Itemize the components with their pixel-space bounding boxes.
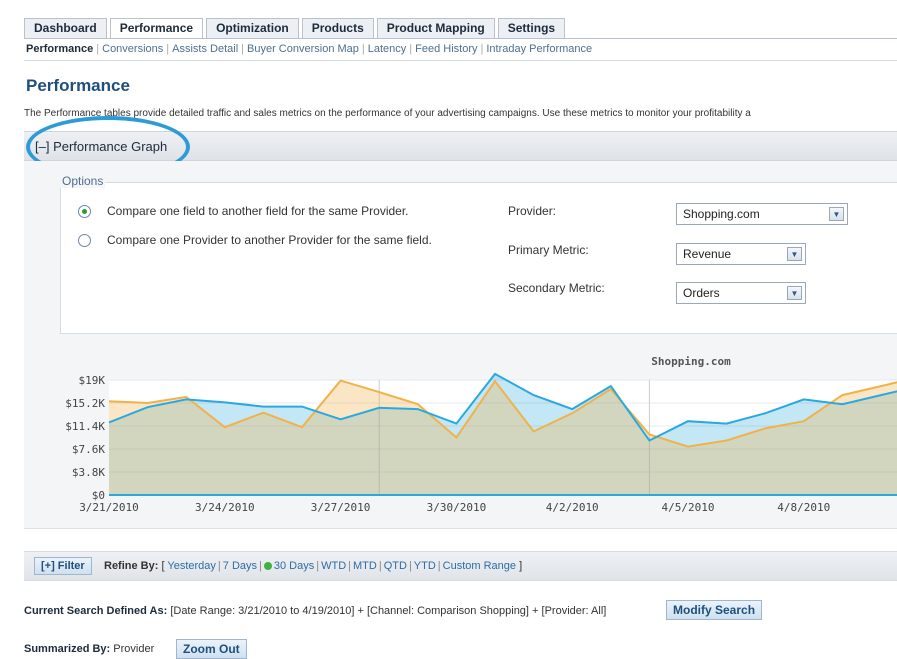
tab-settings[interactable]: Settings — [497, 18, 566, 38]
tab-optimization[interactable]: Optimization — [206, 18, 299, 38]
subtab-assists-detail[interactable]: Assists Detail — [172, 43, 238, 55]
separator: | — [166, 43, 170, 55]
tab-performance[interactable]: Performance — [109, 18, 204, 38]
current-search: Current Search Defined As: [Date Range: … — [24, 605, 606, 617]
separator: | — [241, 43, 245, 55]
chevron-down-icon: ▼ — [829, 207, 844, 221]
subtab-conversions[interactable]: Conversions — [102, 43, 163, 55]
compare-fields-label: Compare one field to another field for t… — [107, 204, 409, 218]
separator: | — [437, 560, 441, 572]
subtab-bar: Performance | Conversions | Assists Detail | B… — [26, 43, 592, 55]
y-axis-ticks: $19K$15.2K$11.4K$7.6K$3.8K$0 — [65, 374, 105, 502]
filter-bar: [+] Filter Refine By: [ Yesterday | 7 Days… — [24, 551, 897, 581]
separator: | — [217, 560, 221, 572]
compare-providers-radio[interactable] — [78, 233, 91, 247]
range-30-days[interactable]: 30 Days — [274, 560, 314, 572]
main-tabs: Dashboard Performance Optimization Produ… — [24, 18, 568, 38]
performance-graph-header: [–] Performance Graph — [24, 131, 897, 161]
tab-divider — [24, 38, 897, 39]
provider-value: Shopping.com — [683, 207, 760, 221]
tab-products[interactable]: Products — [301, 18, 374, 38]
separator: | — [409, 43, 413, 55]
chevron-down-icon: ▼ — [787, 247, 802, 261]
range-7-days[interactable]: 7 Days — [223, 560, 257, 572]
range-wtd[interactable]: WTD — [321, 560, 346, 572]
compare-fields-option[interactable]: Compare one field to another field for t… — [78, 204, 409, 218]
compare-providers-label: Compare one Provider to another Provider… — [107, 233, 432, 247]
range-ytd[interactable]: YTD — [414, 560, 436, 572]
secondary-metric-label: Secondary Metric: — [508, 281, 605, 295]
zoom-out-button[interactable]: Zoom Out — [176, 639, 247, 659]
x-axis-ticks: 3/21/2010 3/24/2010 3/27/2010 3/30/2010 4/2/… — [79, 501, 830, 514]
range-qtd[interactable]: QTD — [384, 560, 407, 572]
primary-metric-value: Revenue — [683, 247, 732, 261]
separator: | — [259, 560, 262, 572]
x-tick-label: 3/24/2010 — [195, 501, 255, 514]
primary-metric-label: Primary Metric: — [508, 243, 589, 257]
refine-label: Refine By: — [104, 560, 159, 572]
performance-chart: Shopping.com $19K$15.2K$11.4K$7.6K$3.8K$… — [65, 355, 897, 514]
x-tick-label: 4/8/2010 — [777, 501, 830, 514]
current-search-label: Current Search Defined As: — [24, 605, 168, 617]
range-custom[interactable]: Custom Range — [443, 560, 516, 572]
y-tick-label: $7.6K — [72, 443, 105, 456]
secondary-metric-select[interactable]: Orders ▼ — [676, 282, 806, 304]
options-legend: Options — [60, 174, 106, 188]
chevron-down-icon: ▼ — [787, 286, 802, 300]
subtab-latency[interactable]: Latency — [368, 43, 407, 55]
bracket-open: [ — [161, 560, 165, 572]
provider-label: Provider: — [508, 204, 557, 218]
subtab-buyer-conversion-map[interactable]: Buyer Conversion Map — [247, 43, 359, 55]
separator: | — [316, 560, 320, 572]
separator: | — [348, 560, 352, 572]
separator: | — [361, 43, 365, 55]
provider-select[interactable]: Shopping.com ▼ — [676, 203, 848, 225]
summarized-value: Provider — [113, 643, 155, 655]
y-tick-label: $3.8K — [72, 466, 105, 479]
compare-fields-radio[interactable] — [78, 204, 91, 218]
page-description: The Performance tables provide detailed … — [24, 108, 751, 119]
separator: | — [480, 43, 484, 55]
current-search-value: [Date Range: 3/21/2010 to 4/19/2010] + [… — [170, 605, 607, 617]
bracket-close: ] — [519, 560, 523, 572]
tab-product-mapping[interactable]: Product Mapping — [376, 18, 495, 38]
performance-graph-toggle[interactable]: [–] Performance Graph — [35, 139, 167, 154]
page-title: Performance — [26, 76, 130, 95]
chart-title: Shopping.com — [651, 355, 731, 368]
range-mtd[interactable]: MTD — [353, 560, 377, 572]
x-tick-label: 3/21/2010 — [79, 501, 139, 514]
x-tick-label: 4/2/2010 — [546, 501, 599, 514]
separator: | — [378, 560, 382, 572]
subtab-intraday-performance[interactable]: Intraday Performance — [486, 43, 592, 55]
subtab-divider — [24, 60, 897, 61]
active-range-icon — [263, 562, 272, 570]
y-tick-label: $15.2K — [65, 397, 105, 410]
filter-button[interactable]: [+] Filter — [34, 557, 92, 575]
subtab-performance[interactable]: Performance — [26, 43, 93, 55]
x-tick-label: 3/27/2010 — [311, 501, 371, 514]
subtab-feed-history[interactable]: Feed History — [415, 43, 477, 55]
x-tick-label: 3/30/2010 — [427, 501, 487, 514]
y-tick-label: $11.4K — [65, 420, 105, 433]
summarized-by: Summarized By: Provider — [24, 643, 154, 655]
compare-providers-option[interactable]: Compare one Provider to another Provider… — [78, 233, 432, 247]
tab-dashboard[interactable]: Dashboard — [24, 18, 107, 38]
summarized-label: Summarized By: — [24, 643, 111, 655]
separator: | — [408, 560, 412, 572]
primary-metric-select[interactable]: Revenue ▼ — [676, 243, 806, 265]
y-tick-label: $19K — [79, 374, 106, 387]
refine-by: Refine By: [ Yesterday | 7 Days | 30 Days | WT… — [104, 560, 522, 572]
x-tick-label: 4/5/2010 — [662, 501, 715, 514]
separator: | — [96, 43, 100, 55]
modify-search-button[interactable]: Modify Search — [666, 600, 763, 620]
range-yesterday[interactable]: Yesterday — [167, 560, 216, 572]
secondary-metric-value: Orders — [683, 286, 720, 300]
